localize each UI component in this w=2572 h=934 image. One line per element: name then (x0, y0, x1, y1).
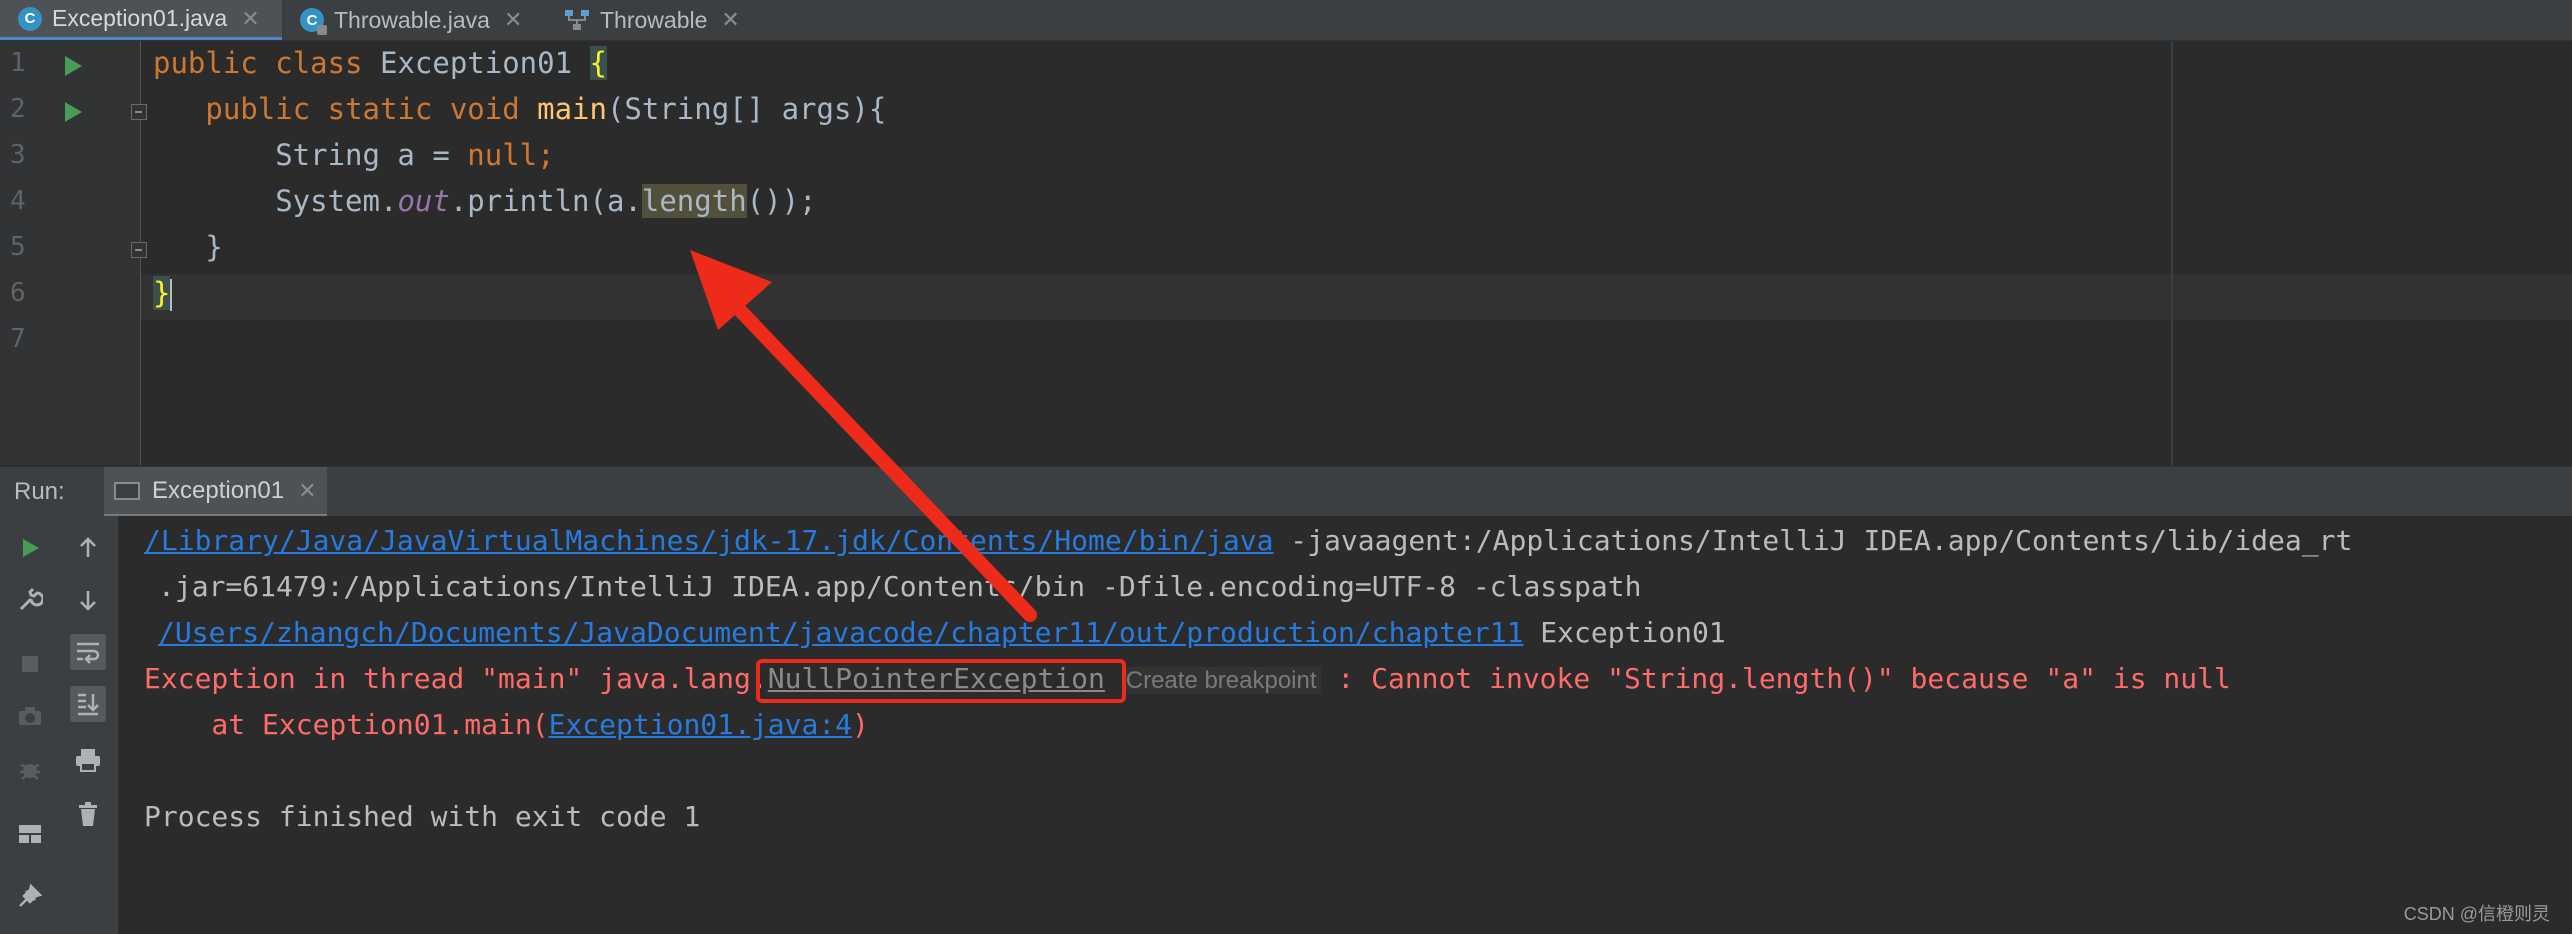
annotation-arrow (690, 250, 1037, 622)
watermark: CSDN @信橙则灵 (2403, 904, 2550, 924)
